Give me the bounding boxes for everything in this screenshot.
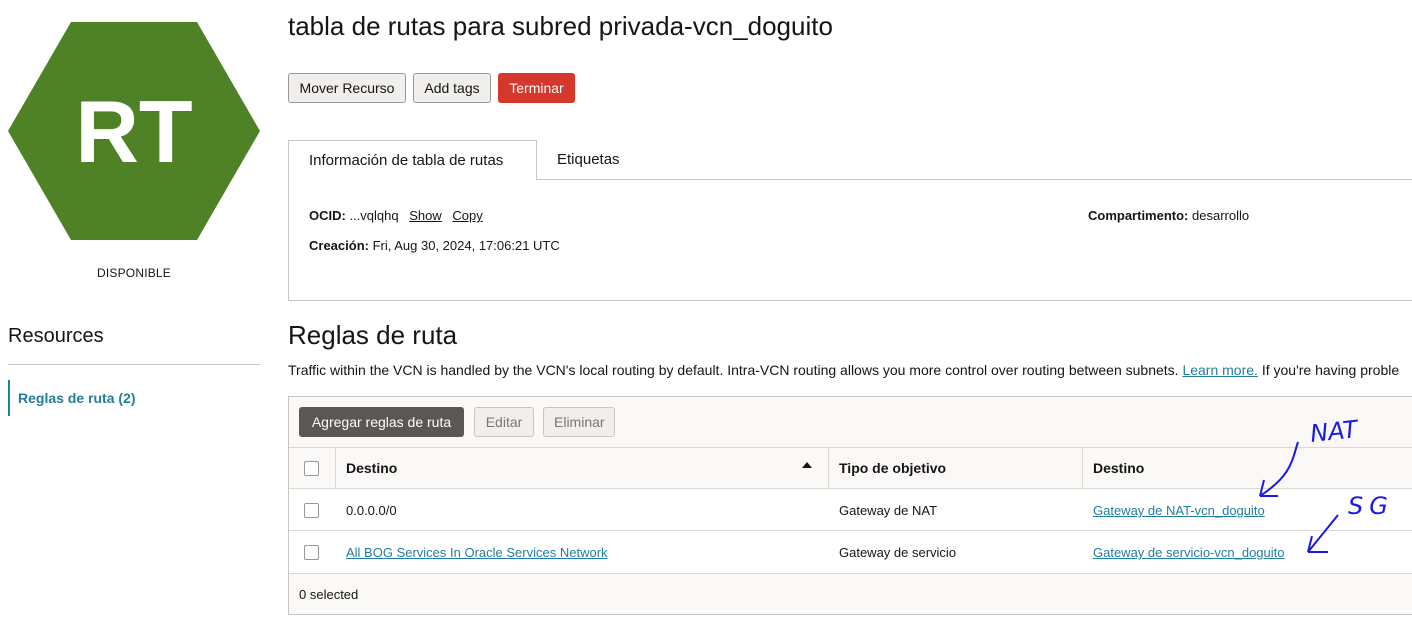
ocid-label: OCID: (309, 208, 346, 223)
resources-heading: Resources (8, 325, 104, 347)
badge-initials: RT (75, 82, 192, 181)
sidebar-item-route-rules[interactable]: Reglas de ruta (2) (8, 380, 135, 416)
handwritten-annotations: NAT SG (1230, 400, 1412, 580)
status-label: DISPONIBLE (96, 266, 172, 280)
route-rules-description: Traffic within the VCN is handled by the… (288, 362, 1399, 378)
selected-count: 0 selected (299, 587, 359, 602)
column-divider (828, 448, 829, 488)
created-label: Creación: (309, 238, 369, 253)
annotation-sg-label: SG (1348, 492, 1394, 520)
cell-destination-link[interactable]: All BOG Services In Oracle Services Netw… (346, 545, 608, 560)
add-tags-button[interactable]: Add tags (413, 73, 491, 103)
annotation-nat-label: NAT (1309, 415, 1361, 448)
add-route-rules-button[interactable]: Agregar reglas de ruta (299, 407, 464, 437)
select-all-checkbox[interactable] (304, 461, 319, 476)
ocid-copy-link[interactable]: Copy (452, 208, 482, 223)
ocid-show-link[interactable]: Show (409, 208, 442, 223)
resources-divider (8, 364, 260, 365)
created-row: Creación: Fri, Aug 30, 2024, 17:06:21 UT… (309, 238, 560, 253)
row-checkbox[interactable] (304, 503, 319, 518)
tab-route-table-info[interactable]: Información de tabla de rutas (288, 140, 537, 180)
column-divider (335, 448, 336, 488)
ocid-value: ...vqlqhq (349, 208, 399, 223)
column-header-target-type[interactable]: Tipo de objetivo (839, 460, 946, 476)
row-checkbox[interactable] (304, 545, 319, 560)
compartment-value: desarrollo (1192, 208, 1250, 223)
column-header-target[interactable]: Destino (1093, 460, 1144, 476)
ocid-row: OCID: ...vqlqhq Show Copy (309, 208, 483, 223)
annotation-arrow-1 (1259, 441, 1299, 497)
route-rules-heading: Reglas de ruta (288, 320, 458, 350)
delete-button[interactable]: Eliminar (543, 407, 615, 437)
resource-badge-hexagon: RT (8, 22, 260, 240)
column-divider (1082, 448, 1083, 488)
edit-button[interactable]: Editar (474, 407, 534, 437)
cell-target-type: Gateway de NAT (839, 503, 938, 518)
learn-more-link[interactable]: Learn more. (1182, 362, 1257, 378)
compartment-row: Compartimento: desarrollo (1088, 208, 1249, 223)
cell-destination: 0.0.0.0/0 (346, 503, 397, 518)
column-header-destination[interactable]: Destino (346, 460, 397, 476)
created-value: Fri, Aug 30, 2024, 17:06:21 UTC (372, 238, 560, 253)
tabs-divider (537, 179, 1412, 180)
description-tail: If you're having proble (1261, 362, 1400, 378)
tab-tags[interactable]: Etiquetas (557, 140, 620, 180)
cell-target-type: Gateway de servicio (839, 545, 957, 560)
annotation-arrow-2 (1307, 514, 1339, 553)
description-text: Traffic within the VCN is handled by the… (288, 362, 1179, 378)
terminate-button[interactable]: Terminar (498, 73, 575, 103)
sort-ascending-icon[interactable] (802, 462, 812, 468)
page-title: tabla de rutas para subred privada-vcn_d… (288, 11, 833, 41)
move-resource-button[interactable]: Mover Recurso (288, 73, 406, 103)
compartment-label: Compartimento: (1088, 208, 1189, 223)
